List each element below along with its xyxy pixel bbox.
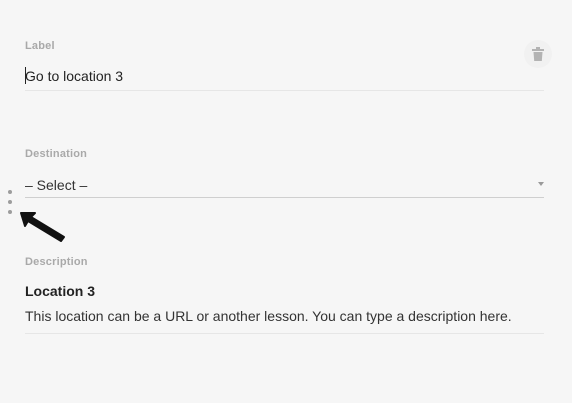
mouse-pointer-icon [20,212,65,242]
caret-down-icon [538,182,544,186]
description-field-label: Description [25,256,88,268]
delete-button[interactable] [524,40,552,68]
drag-dot [8,210,12,214]
trash-icon [532,47,544,61]
drag-handle-icon[interactable] [5,188,15,218]
location-editor-panel: Label Destination – Select – Description… [0,0,572,403]
label-input[interactable] [25,62,544,91]
text-caret [25,67,26,84]
destination-select[interactable]: – Select – [25,172,544,198]
description-title[interactable]: Location 3 [25,283,95,299]
label-field-label: Label [25,40,55,52]
destination-field-label: Destination [25,148,88,160]
drag-dot [8,200,12,204]
description-text[interactable]: This location can be a URL or another le… [25,308,512,324]
drag-dot [8,190,12,194]
destination-selected-value: – Select – [25,177,88,193]
description-underline [25,333,544,334]
